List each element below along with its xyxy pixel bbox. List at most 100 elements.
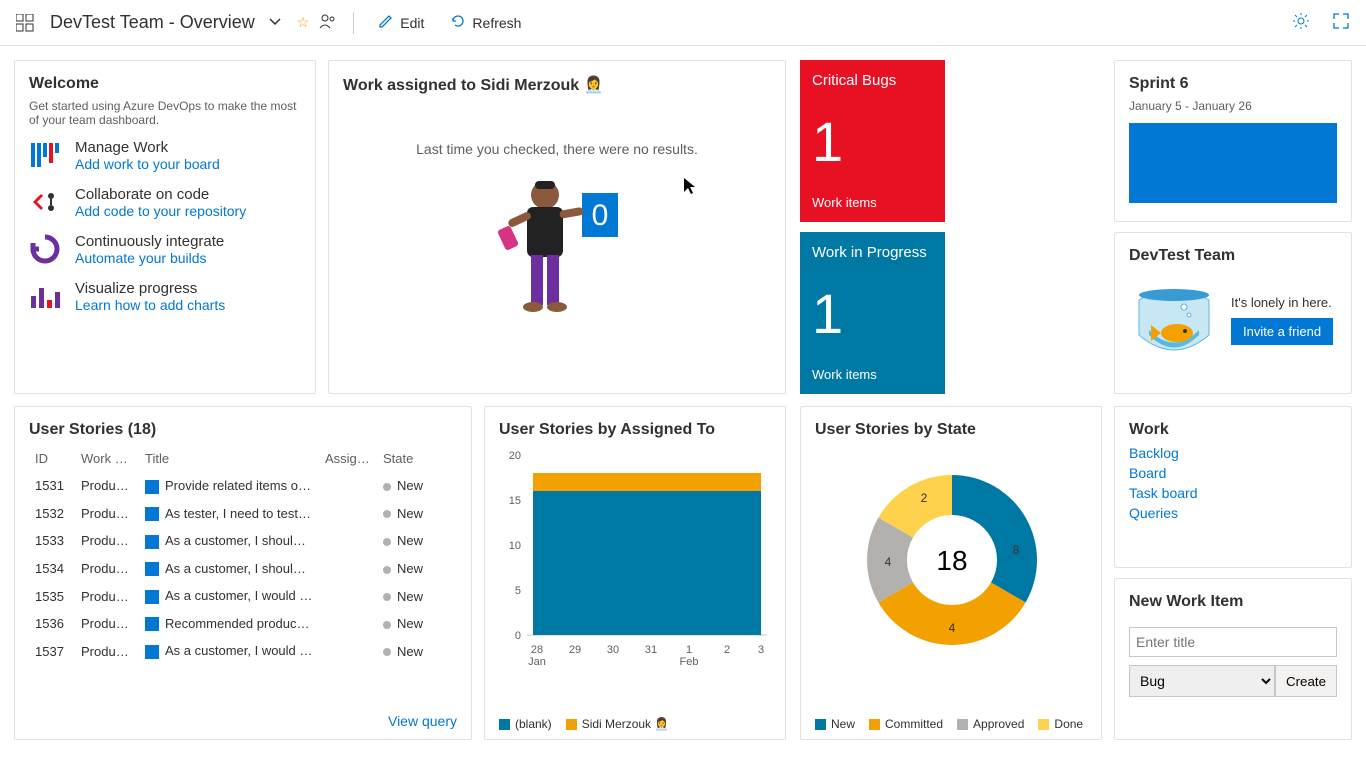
work-title: Work	[1129, 421, 1337, 439]
team-members-icon[interactable]	[319, 12, 337, 33]
svg-text:Jan: Jan	[528, 656, 546, 668]
table-row[interactable]: 1536Produ…Recommended products…New	[29, 610, 437, 638]
sprint-range: January 5 - January 26	[1129, 99, 1337, 113]
view-query-link[interactable]: View query	[388, 713, 457, 729]
welcome-item-title: Manage Work	[75, 139, 220, 156]
dashboard-title[interactable]: DevTest Team - Overview	[50, 12, 255, 33]
svg-text:Feb: Feb	[680, 656, 699, 668]
welcome-item-link[interactable]: Learn how to add charts	[75, 297, 225, 313]
legend-label: Approved	[973, 717, 1024, 731]
create-button[interactable]: Create	[1275, 665, 1337, 697]
legend-item[interactable]: Sidi Merzouk 👩‍💼	[566, 717, 670, 731]
state-dot-icon	[383, 621, 391, 629]
col-id[interactable]: ID	[29, 445, 75, 472]
state-dot-icon	[383, 538, 391, 546]
table-row[interactable]: 1532Produ…As tester, I need to test t…Ne…	[29, 500, 437, 528]
welcome-item-link[interactable]: Add work to your board	[75, 156, 220, 172]
chart-title: User Stories by Assigned To	[499, 421, 771, 439]
table-row[interactable]: 1534Produ…As a customer, I should …New	[29, 555, 437, 583]
welcome-icon	[29, 139, 61, 171]
donut-center: 18	[936, 545, 967, 576]
sprint-widget[interactable]: Sprint 6 January 5 - January 26	[1114, 60, 1352, 222]
welcome-icon	[29, 280, 61, 312]
work-link[interactable]: Queries	[1129, 505, 1337, 521]
tile-title: Critical Bugs	[812, 72, 933, 89]
newitem-type-select[interactable]: Bug	[1129, 665, 1275, 697]
work-in-progress-tile[interactable]: Work in Progress 1 Work items	[800, 232, 945, 394]
svg-text:0: 0	[515, 630, 521, 642]
stories-table: ID Work … Title Assig… State 1531Produ…P…	[29, 445, 437, 665]
edit-button[interactable]: Edit	[370, 9, 432, 36]
refresh-button[interactable]: Refresh	[442, 9, 529, 36]
work-links-widget: Work Backlog Board Task board Queries	[1114, 406, 1352, 568]
state-dot-icon	[383, 510, 391, 518]
col-state[interactable]: State	[377, 445, 437, 472]
work-item-icon	[145, 480, 159, 494]
tile-footer: Work items	[812, 367, 933, 382]
legend-item[interactable]: New	[815, 717, 855, 731]
table-row[interactable]: 1535Produ…As a customer, I would li…New	[29, 582, 437, 610]
stories-by-assigned-chart: User Stories by Assigned To 20 15 10 5 0…	[484, 406, 786, 740]
legend-swatch	[1038, 719, 1049, 730]
svg-text:4: 4	[949, 621, 956, 635]
star-icon[interactable]: ☆	[297, 14, 310, 31]
work-item-icon	[145, 617, 159, 631]
welcome-item-title: Continuously integrate	[75, 233, 224, 250]
refresh-icon	[450, 13, 466, 32]
work-item-icon	[145, 645, 159, 659]
svg-text:28: 28	[531, 644, 543, 656]
invite-friend-button[interactable]: Invite a friend	[1231, 318, 1333, 345]
team-widget: DevTest Team It's lonely in here. Invite…	[1114, 232, 1352, 394]
state-dot-icon	[383, 483, 391, 491]
welcome-item-link[interactable]: Add code to your repository	[75, 203, 246, 219]
col-wit[interactable]: Work …	[75, 445, 139, 472]
zero-badge: 0	[592, 199, 609, 232]
legend-item[interactable]: Committed	[869, 717, 943, 731]
table-row[interactable]: 1531Produ…Provide related items or …New	[29, 472, 437, 500]
work-link[interactable]: Task board	[1129, 485, 1337, 501]
user-stories-widget: User Stories (18) ID Work … Title Assig……	[14, 406, 472, 740]
newitem-title-input[interactable]	[1129, 627, 1337, 657]
new-work-item-widget: New Work Item Bug Create	[1114, 578, 1352, 740]
dashboard-icon[interactable]	[16, 14, 34, 32]
legend-item[interactable]: (blank)	[499, 717, 552, 731]
col-assigned[interactable]: Assig…	[319, 445, 377, 472]
team-title: DevTest Team	[1129, 247, 1337, 265]
tile-number: 1	[812, 286, 933, 342]
svg-text:30: 30	[607, 644, 619, 656]
chevron-down-icon[interactable]	[269, 15, 281, 31]
tile-number: 1	[812, 114, 933, 170]
svg-text:1: 1	[686, 644, 692, 656]
legend-label: (blank)	[515, 717, 552, 731]
state-dot-icon	[383, 648, 391, 656]
edit-label: Edit	[400, 15, 424, 31]
state-dot-icon	[383, 566, 391, 574]
welcome-icon	[29, 233, 61, 265]
col-title[interactable]: Title	[139, 445, 319, 472]
legend-item[interactable]: Done	[1038, 717, 1083, 731]
state-dot-icon	[383, 593, 391, 601]
legend-label: Sidi Merzouk 👩‍💼	[582, 717, 670, 731]
legend-item[interactable]: Approved	[957, 717, 1024, 731]
stories-title: User Stories (18)	[29, 421, 437, 439]
fishbowl-icon	[1129, 275, 1219, 365]
work-item-icon	[145, 562, 159, 576]
svg-text:10: 10	[509, 540, 521, 552]
welcome-title: Welcome	[29, 75, 301, 93]
legend-swatch	[869, 719, 880, 730]
work-link[interactable]: Backlog	[1129, 445, 1337, 461]
work-link[interactable]: Board	[1129, 465, 1337, 481]
table-row[interactable]: 1533Produ…As a customer, I should …New	[29, 527, 437, 555]
work-item-icon	[145, 507, 159, 521]
table-row[interactable]: 1537Produ…As a customer, I would li…New	[29, 637, 437, 665]
newitem-title: New Work Item	[1129, 593, 1337, 611]
welcome-item-link[interactable]: Automate your builds	[75, 250, 224, 266]
header-bar: DevTest Team - Overview ☆ Edit Refresh	[0, 0, 1366, 46]
dashboard: Welcome Get started using Azure DevOps t…	[0, 46, 1366, 768]
welcome-icon	[29, 186, 61, 218]
critical-bugs-tile[interactable]: Critical Bugs 1 Work items	[800, 60, 945, 222]
fullscreen-icon[interactable]	[1332, 12, 1350, 33]
gear-icon[interactable]	[1292, 12, 1310, 33]
team-lonely-text: It's lonely in here.	[1231, 295, 1333, 310]
welcome-widget: Welcome Get started using Azure DevOps t…	[14, 60, 316, 394]
